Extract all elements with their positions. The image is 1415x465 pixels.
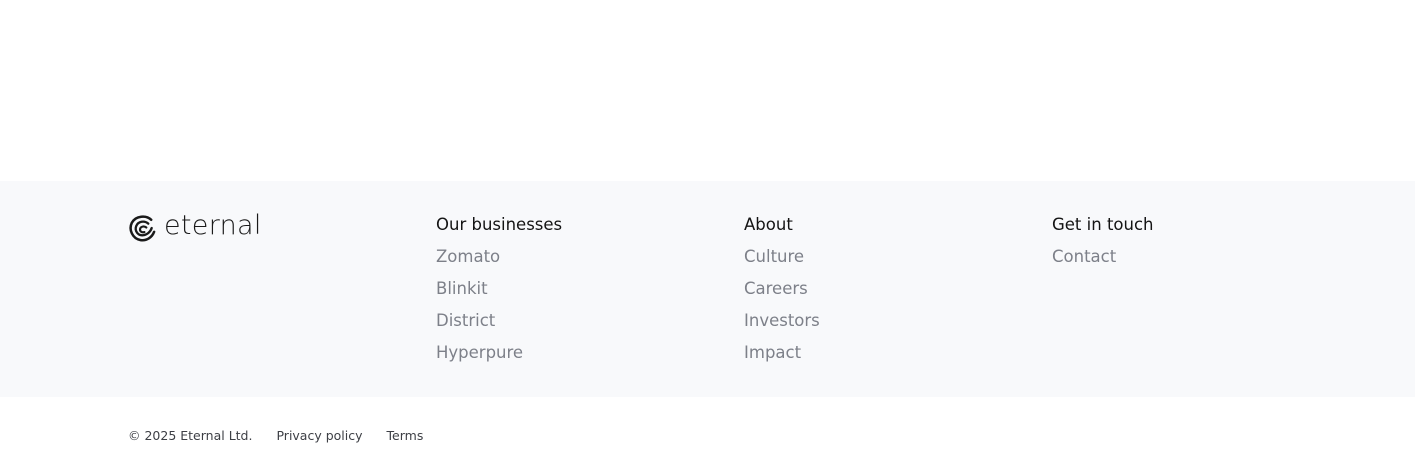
column-heading: Our businesses	[436, 215, 563, 234]
footer-link-zomato[interactable]: Zomato	[436, 246, 562, 268]
column-heading: About	[744, 215, 793, 234]
footer-link-district[interactable]: District	[436, 310, 562, 332]
footer-link-contact[interactable]: Contact	[1052, 246, 1154, 268]
footer-column-businesses: Our businesses Zomato Blinkit District H…	[436, 214, 562, 374]
footer-column-about: About Culture Careers Investors Impact	[744, 214, 820, 374]
eternal-swirl-icon	[128, 213, 157, 243]
terms-link[interactable]: Terms	[387, 428, 424, 443]
site-footer: eternal Our businesses Zomato Blinkit Di…	[0, 181, 1415, 397]
legal-bar: © 2025 Eternal Ltd. Privacy policy Terms	[0, 397, 1415, 465]
privacy-policy-link[interactable]: Privacy policy	[276, 428, 362, 443]
column-heading: Get in touch	[1052, 215, 1154, 234]
footer-link-blinkit[interactable]: Blinkit	[436, 278, 562, 300]
brand-name: eternal	[164, 210, 262, 241]
footer-link-impact[interactable]: Impact	[744, 342, 820, 364]
footer-column-contact: Get in touch Contact	[1052, 214, 1154, 278]
footer-link-culture[interactable]: Culture	[744, 246, 820, 268]
eternal-logo[interactable]: eternal	[128, 210, 262, 245]
page-content-area	[0, 0, 1415, 181]
footer-link-hyperpure[interactable]: Hyperpure	[436, 342, 562, 364]
copyright-text: © 2025 Eternal Ltd.	[128, 428, 253, 443]
footer-link-careers[interactable]: Careers	[744, 278, 820, 300]
footer-link-investors[interactable]: Investors	[744, 310, 820, 332]
